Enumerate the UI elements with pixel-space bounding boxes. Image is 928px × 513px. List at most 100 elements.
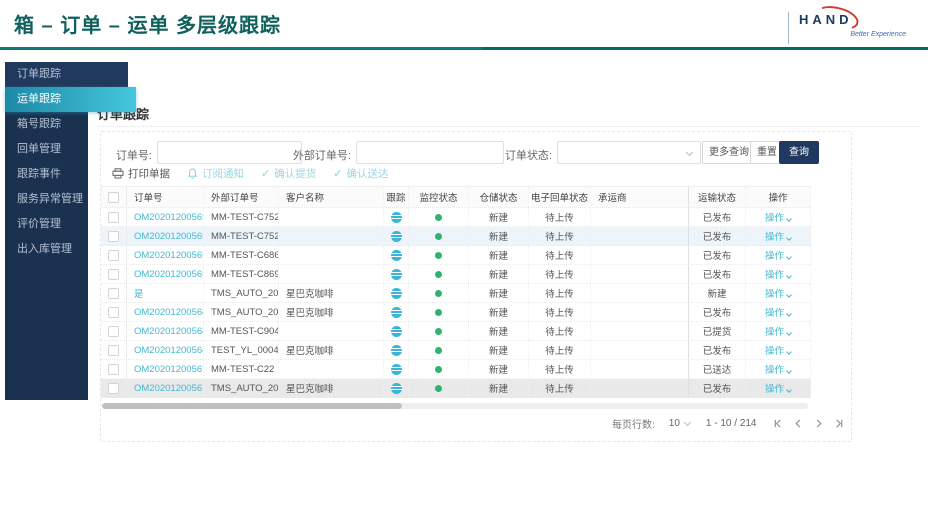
- external-no-label: 外部订单号:: [285, 147, 351, 163]
- carrier-cell: [591, 341, 689, 359]
- chevron-down-icon: [786, 235, 792, 241]
- prev-page-icon[interactable]: [793, 418, 804, 429]
- monitor-status-dot: [435, 233, 442, 240]
- order-no-link[interactable]: OM202012005694: [134, 269, 204, 280]
- confirm-pickup-button[interactable]: ✓ 确认提货: [261, 166, 316, 181]
- action-cell: 操作: [746, 227, 811, 245]
- order-no-link[interactable]: OM202012005682: [134, 326, 204, 337]
- customer-cell: [279, 246, 384, 264]
- external-no-input[interactable]: [356, 141, 504, 164]
- track-globe-icon[interactable]: [391, 307, 402, 318]
- chevron-down-icon: [786, 368, 792, 374]
- monitor-status-dot: [435, 385, 442, 392]
- order-no-link[interactable]: OM202012005695: [134, 250, 204, 261]
- sidebar-item-跟踪事件[interactable]: 跟踪事件: [5, 162, 88, 187]
- action-cell: 操作: [746, 379, 811, 397]
- sidebar-item-出入库管理[interactable]: 出入库管理: [5, 237, 88, 262]
- receipt-cell: 待上传: [529, 208, 591, 226]
- warehouse-cell: 新建: [469, 360, 529, 378]
- more-query-button[interactable]: 更多查询: [702, 141, 756, 164]
- row-checkbox[interactable]: [108, 326, 119, 337]
- row-action-dropdown[interactable]: 操作: [765, 381, 791, 395]
- subscribe-notify-button[interactable]: 订阅通知: [187, 166, 244, 181]
- receipt-cell: 待上传: [529, 227, 591, 245]
- track-cell: [384, 341, 409, 359]
- track-globe-icon[interactable]: [391, 288, 402, 299]
- monitor-status-dot: [435, 328, 442, 335]
- track-globe-icon[interactable]: [391, 364, 402, 375]
- receipt-cell: 待上传: [529, 303, 591, 321]
- row-checkbox[interactable]: [108, 364, 119, 375]
- checkbox-cell: [101, 208, 127, 226]
- track-globe-icon[interactable]: [391, 250, 402, 261]
- carrier-cell: [591, 208, 689, 226]
- order-no-link[interactable]: OM202012005677: [134, 364, 204, 375]
- column-header: 操作: [746, 187, 811, 207]
- row-action-dropdown[interactable]: 操作: [765, 248, 791, 262]
- scrollbar-thumb[interactable]: [102, 403, 402, 409]
- sidebar-item-运单跟踪[interactable]: 运单跟踪: [5, 87, 136, 112]
- row-action-dropdown[interactable]: 操作: [765, 286, 791, 300]
- row-checkbox[interactable]: [108, 212, 119, 223]
- last-page-icon[interactable]: [833, 418, 844, 429]
- track-globe-icon[interactable]: [391, 212, 402, 223]
- next-page-icon[interactable]: [813, 418, 824, 429]
- select-all-checkbox[interactable]: [108, 192, 119, 203]
- order-no-link[interactable]: OM202012005681: [134, 345, 204, 356]
- first-page-icon[interactable]: [773, 418, 784, 429]
- sidebar-item-服务异常管理[interactable]: 服务异常管理: [5, 187, 88, 212]
- print-documents-button[interactable]: 打印单据: [112, 166, 170, 181]
- order-no-link[interactable]: 是: [134, 286, 144, 300]
- track-globe-icon[interactable]: [391, 231, 402, 242]
- track-cell: [384, 360, 409, 378]
- order-no-link[interactable]: OM202012005686: [134, 307, 204, 318]
- row-action-dropdown[interactable]: 操作: [765, 210, 791, 224]
- track-globe-icon[interactable]: [391, 383, 402, 394]
- row-action-dropdown[interactable]: 操作: [765, 229, 791, 243]
- external_no-cell: TMS_AUTO_2020...: [204, 303, 279, 321]
- order-no-link[interactable]: OM202012005698...: [134, 231, 204, 242]
- warehouse-cell: 新建: [469, 379, 529, 397]
- row-action-dropdown[interactable]: 操作: [765, 324, 791, 338]
- page-range: 1 - 10 / 214: [706, 418, 757, 429]
- sidebar-item-评价管理[interactable]: 评价管理: [5, 212, 88, 237]
- chevron-down-icon: [786, 254, 792, 260]
- external_no-cell: TMS_AUTO_2020...: [204, 379, 279, 397]
- table-row: OM202012005686TMS_AUTO_2020...星巴克咖啡新建待上传…: [101, 303, 811, 322]
- order-status-label: 订单状态:: [488, 147, 552, 163]
- column-header: 电子回单状态: [529, 187, 591, 207]
- horizontal-scrollbar[interactable]: [102, 403, 808, 409]
- row-checkbox[interactable]: [108, 231, 119, 242]
- query-button[interactable]: 查询: [779, 141, 819, 164]
- row-checkbox[interactable]: [108, 383, 119, 394]
- row-checkbox[interactable]: [108, 269, 119, 280]
- order-no-input[interactable]: [157, 141, 302, 164]
- monitor-cell: [409, 360, 469, 378]
- row-checkbox[interactable]: [108, 288, 119, 299]
- track-globe-icon[interactable]: [391, 269, 402, 280]
- sidebar-item-回单管理[interactable]: 回单管理: [5, 137, 88, 162]
- order-no-link[interactable]: OM202012005676: [134, 383, 204, 394]
- warehouse-cell: 新建: [469, 246, 529, 264]
- confirm-delivery-button[interactable]: ✓ 确认送达: [333, 166, 388, 181]
- order-status-select[interactable]: [557, 141, 701, 164]
- carrier-cell: [591, 284, 689, 302]
- row-action-dropdown[interactable]: 操作: [765, 267, 791, 281]
- sidebar-item-箱号跟踪[interactable]: 箱号跟踪: [5, 112, 88, 137]
- row-action-dropdown[interactable]: 操作: [765, 343, 791, 357]
- row-checkbox[interactable]: [108, 345, 119, 356]
- sidebar-item-订单跟踪[interactable]: 订单跟踪: [5, 62, 128, 87]
- row-action-dropdown[interactable]: 操作: [765, 305, 791, 319]
- track-globe-icon[interactable]: [391, 345, 402, 356]
- carrier-cell: [591, 322, 689, 340]
- row-checkbox[interactable]: [108, 307, 119, 318]
- order-no-cell: OM202012005698...: [127, 227, 204, 245]
- bell-icon: [187, 168, 198, 180]
- rows-per-page-select[interactable]: 10: [669, 418, 690, 429]
- track-globe-icon[interactable]: [391, 326, 402, 337]
- row-checkbox[interactable]: [108, 250, 119, 261]
- warehouse-cell: 新建: [469, 227, 529, 245]
- warehouse-cell: 新建: [469, 341, 529, 359]
- order-no-link[interactable]: OM202012005698...: [134, 212, 204, 223]
- row-action-dropdown[interactable]: 操作: [765, 362, 791, 376]
